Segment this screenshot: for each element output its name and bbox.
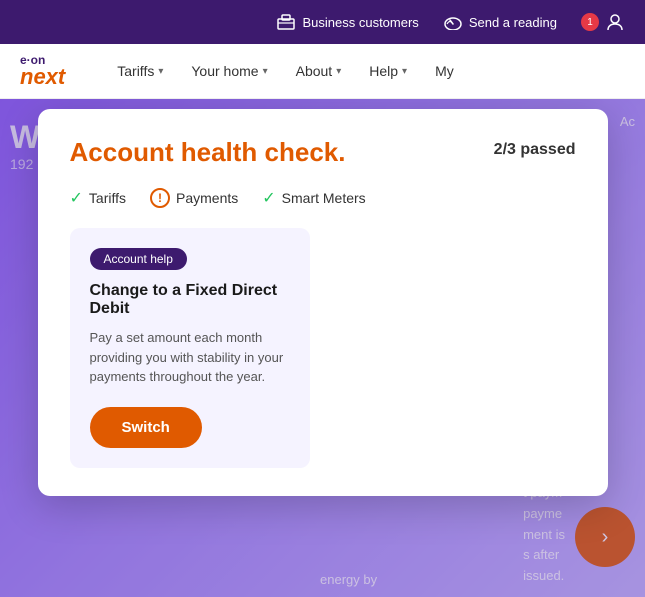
nav-help[interactable]: Help ▾ [357, 55, 419, 87]
modal-overlay: Account health check. 2/3 passed ✓ Tarif… [0, 99, 645, 597]
business-customers-link[interactable]: Business customers [276, 12, 418, 32]
nav-tariffs[interactable]: Tariffs ▾ [105, 55, 175, 87]
send-reading-label: Send a reading [469, 15, 557, 30]
help-card-description: Pay a set amount each month providing yo… [90, 328, 290, 387]
chevron-down-icon: ▾ [402, 66, 407, 77]
business-icon [276, 12, 296, 32]
nav-bar: e·on next Tariffs ▾ Your home ▾ About ▾ … [0, 44, 645, 99]
nav-your-home[interactable]: Your home ▾ [179, 55, 279, 87]
check-tariffs: ✓ Tariffs [70, 188, 127, 208]
check-payments: ! Payments [150, 188, 238, 208]
modal-title: Account health check. [70, 137, 346, 168]
logo-next: next [20, 66, 65, 88]
check-smart-meters: ✓ Smart Meters [262, 188, 365, 208]
account-icon [605, 12, 625, 32]
help-card-title: Change to a Fixed Direct Debit [90, 282, 290, 318]
chevron-down-icon: ▾ [336, 66, 341, 77]
notification-badge: 1 [581, 13, 599, 31]
notification-link[interactable]: 1 [581, 12, 625, 32]
modal-passed: 2/3 passed [494, 141, 576, 159]
check-pass-icon: ✓ [262, 188, 275, 208]
switch-button[interactable]: Switch [90, 407, 202, 448]
nav-about[interactable]: About ▾ [284, 55, 354, 87]
nav-my[interactable]: My [423, 55, 466, 87]
chevron-down-icon: ▾ [158, 66, 163, 77]
help-card: Account help Change to a Fixed Direct De… [70, 228, 310, 468]
check-payments-label: Payments [176, 190, 238, 206]
check-smart-meters-label: Smart Meters [282, 190, 366, 206]
logo[interactable]: e·on next [20, 54, 65, 88]
check-warning-icon: ! [150, 188, 170, 208]
meter-icon [443, 12, 463, 32]
check-tariffs-label: Tariffs [89, 190, 126, 206]
help-badge: Account help [90, 248, 187, 270]
top-bar: Business customers Send a reading 1 [0, 0, 645, 44]
main-background: Wo 192 G Ac › energy by t paym payme men… [0, 99, 645, 597]
chevron-down-icon: ▾ [263, 66, 268, 77]
modal-checks: ✓ Tariffs ! Payments ✓ Smart Meters [70, 188, 576, 208]
nav-items: Tariffs ▾ Your home ▾ About ▾ Help ▾ My [105, 55, 625, 87]
send-reading-link[interactable]: Send a reading [443, 12, 557, 32]
account-health-modal: Account health check. 2/3 passed ✓ Tarif… [38, 109, 608, 496]
check-pass-icon: ✓ [70, 188, 83, 208]
modal-header: Account health check. 2/3 passed [70, 137, 576, 168]
business-customers-label: Business customers [302, 15, 418, 30]
